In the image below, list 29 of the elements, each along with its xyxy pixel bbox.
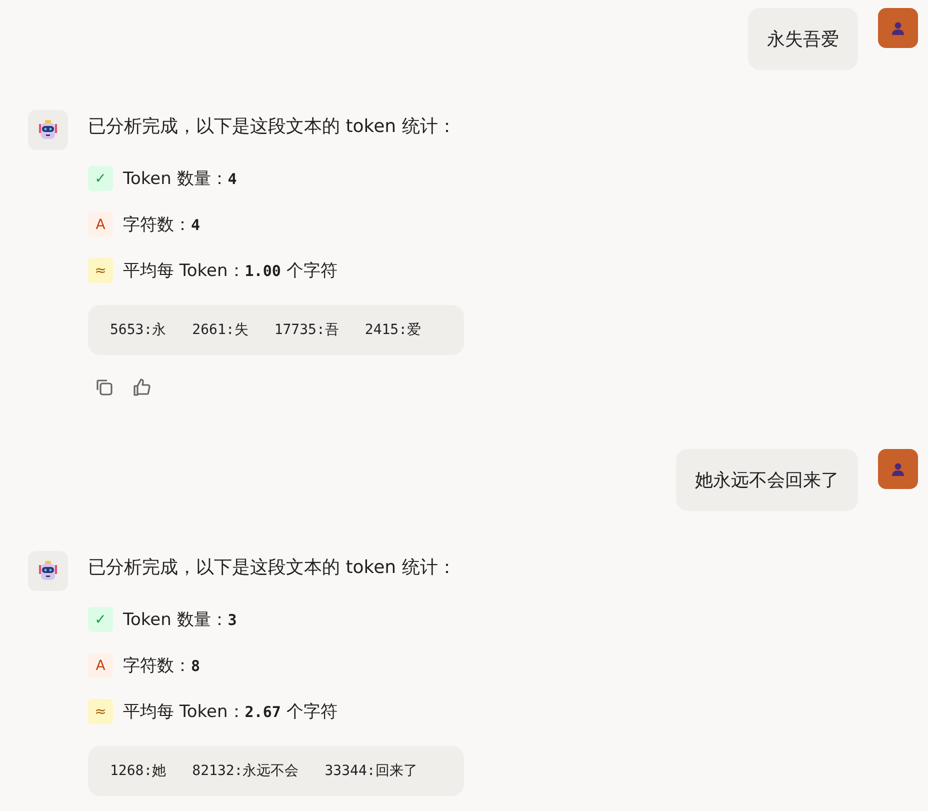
token-entry: 33344:回来了 xyxy=(324,762,418,780)
check-icon: ✓ xyxy=(88,607,113,632)
token-entry: 17735:吾 xyxy=(274,321,339,339)
person-icon xyxy=(891,462,905,476)
thumbs-up-icon[interactable] xyxy=(132,377,152,397)
stat-text: 平均每 Token：2.67 个字符 xyxy=(123,701,338,723)
approx-icon: ≈ xyxy=(88,699,113,724)
bot-message-text: 已分析完成，以下是这段文本的 token 统计： xyxy=(88,115,457,139)
stat-text: 字符数：4 xyxy=(123,214,200,236)
letter-icon: A xyxy=(88,212,113,237)
robot-icon xyxy=(37,560,59,582)
token-entry: 82132:永远不会 xyxy=(192,762,299,780)
check-icon: ✓ xyxy=(88,166,113,191)
bot-message-text: 已分析完成，以下是这段文本的 token 统计： xyxy=(88,556,457,580)
token-entry: 5653:永 xyxy=(110,321,166,339)
letter-icon: A xyxy=(88,653,113,678)
stat-text: 平均每 Token：1.00 个字符 xyxy=(123,260,338,282)
token-entry: 2661:失 xyxy=(192,321,248,339)
user-message: 她永远不会回来了 xyxy=(676,449,858,511)
person-icon xyxy=(891,21,905,35)
stat-text: 字符数：8 xyxy=(123,655,200,677)
approx-icon: ≈ xyxy=(88,258,113,283)
token-entry: 1268:她 xyxy=(110,762,166,780)
stat-text: Token 数量：3 xyxy=(123,609,237,631)
stat-text: Token 数量：4 xyxy=(123,168,237,190)
robot-icon xyxy=(37,119,59,141)
token-entry: 2415:爱 xyxy=(364,321,422,339)
copy-icon[interactable] xyxy=(94,377,114,397)
user-message: 永失吾爱 xyxy=(748,8,858,70)
